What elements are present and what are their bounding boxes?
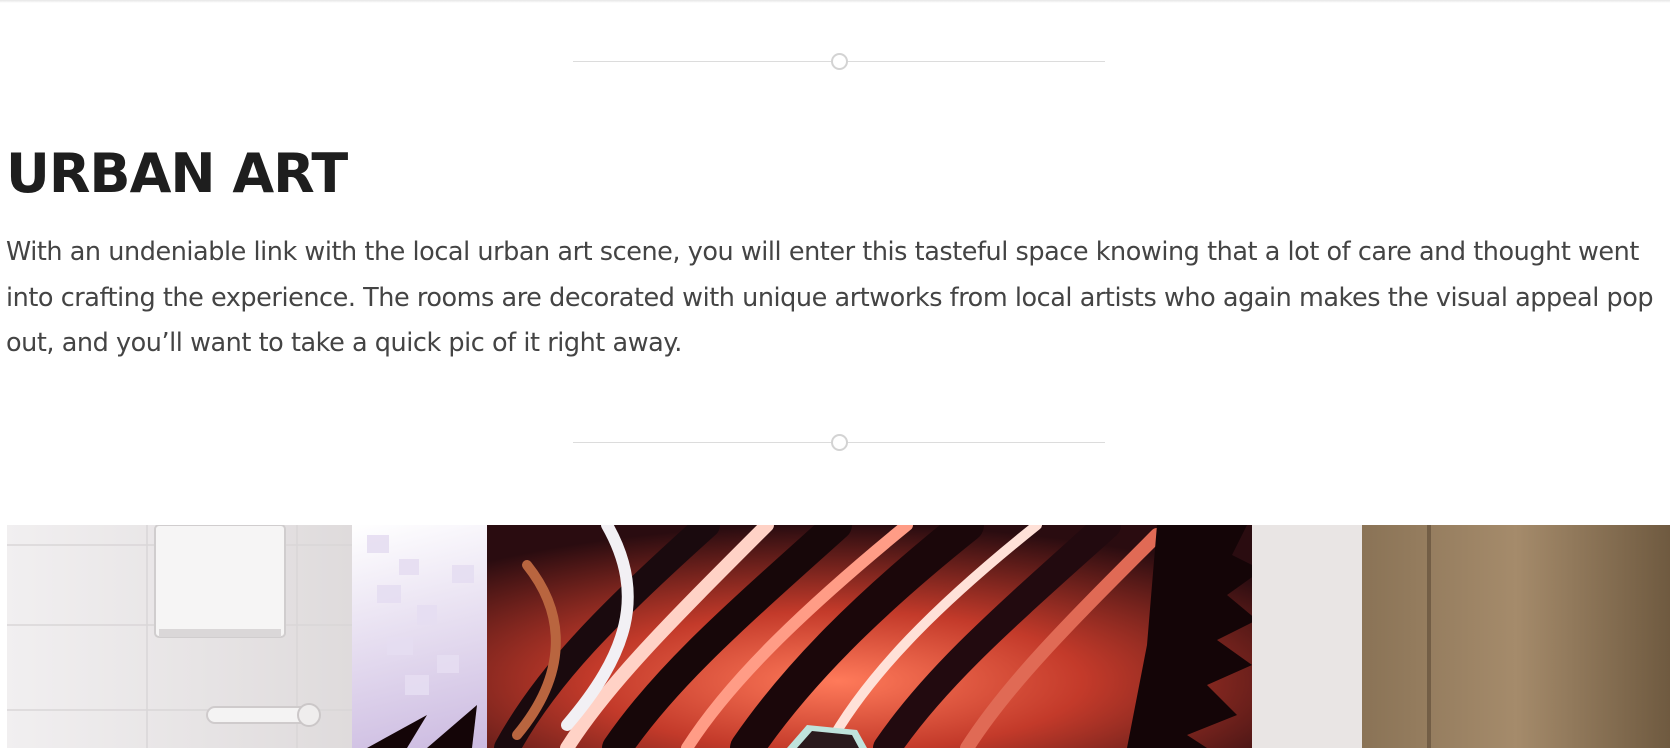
section-title: URBAN ART bbox=[6, 142, 348, 205]
room-artwork-photo bbox=[7, 525, 1670, 748]
circle-ornament-icon bbox=[831, 434, 848, 451]
top-edge-content bbox=[0, 0, 1670, 3]
circle-ornament-icon bbox=[831, 53, 848, 70]
section-description: With an undeniable link with the local u… bbox=[6, 237, 1654, 358]
ornament-divider-top bbox=[573, 53, 1105, 71]
ornament-divider-bottom bbox=[573, 434, 1105, 452]
